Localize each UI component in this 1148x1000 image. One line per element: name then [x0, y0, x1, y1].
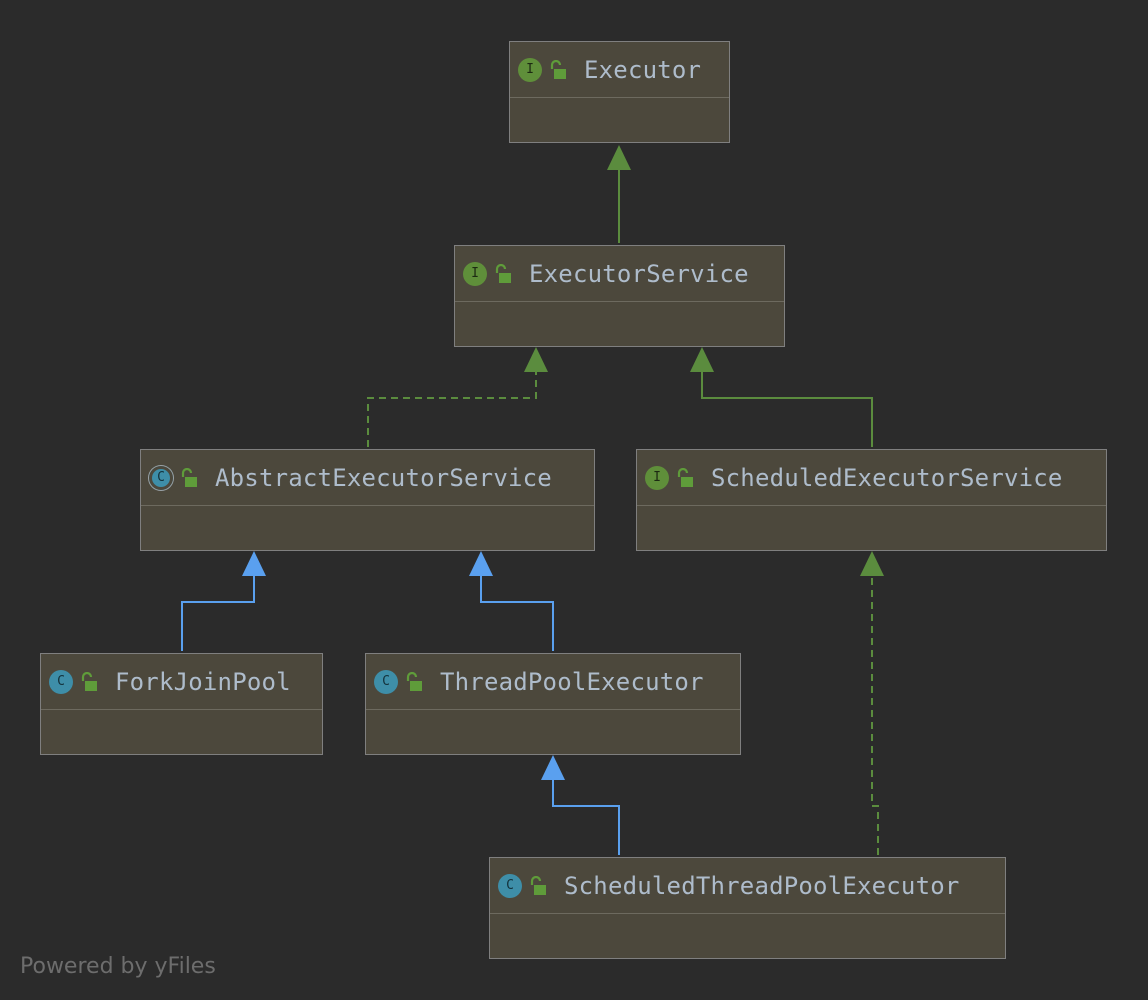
class-node-abstract-executor-service[interactable]: C AbstractExecutorService: [140, 449, 595, 551]
unlocked-icon: [530, 875, 546, 895]
unlocked-icon: [550, 59, 566, 79]
edge-thread-pool-executor-to-abstract-executor-service: [469, 551, 554, 651]
edge-scheduled-thread-pool-executor-to-thread-pool-executor: [541, 755, 620, 855]
class-node-thread-pool-executor[interactable]: C ThreadPoolExecutor: [365, 653, 741, 755]
class-icon: C: [374, 669, 398, 694]
abstract-class-icon: C: [149, 465, 173, 490]
class-node-executor[interactable]: I Executor: [509, 41, 730, 143]
arrowhead: [469, 551, 493, 576]
edge-line: [871, 576, 879, 855]
class-node-fork-join-pool[interactable]: C ForkJoinPool: [40, 653, 323, 755]
class-name: ThreadPoolExecutor: [440, 667, 704, 696]
class-icon: C: [498, 873, 522, 898]
unlocked-icon: [181, 467, 197, 487]
interface-icon: I: [645, 465, 669, 490]
edge-line: [181, 576, 255, 651]
interface-icon: I: [463, 261, 487, 286]
unlocked-icon: [495, 263, 511, 283]
arrowhead: [524, 347, 548, 372]
class-node-header: C ScheduledThreadPoolExecutor: [490, 858, 1005, 914]
class-name: ScheduledExecutorService: [711, 463, 1063, 492]
edge-abstract-executor-service-to-executor-service: [367, 347, 548, 447]
class-node-header: C AbstractExecutorService: [141, 450, 594, 506]
class-node-header: I Executor: [510, 42, 729, 98]
edge-line: [552, 780, 620, 855]
edge-scheduled-thread-pool-executor-to-scheduled-executor-service: [860, 551, 884, 855]
edge-executor-service-to-executor: [607, 145, 631, 243]
class-node-scheduled-executor-service[interactable]: I ScheduledExecutorService: [636, 449, 1107, 551]
class-node-header: I ScheduledExecutorService: [637, 450, 1106, 506]
class-node-header: I ExecutorService: [455, 246, 784, 302]
arrowhead: [860, 551, 884, 576]
class-name: ScheduledThreadPoolExecutor: [564, 871, 960, 900]
class-icon: C: [49, 669, 73, 694]
class-name: ForkJoinPool: [115, 667, 291, 696]
interface-icon: I: [518, 57, 542, 82]
powered-by-footer: Powered by yFiles: [20, 954, 216, 979]
class-node-scheduled-thread-pool-executor[interactable]: C ScheduledThreadPoolExecutor: [489, 857, 1006, 959]
arrowhead: [242, 551, 266, 576]
edge-line: [480, 576, 554, 651]
arrowhead: [607, 145, 631, 170]
arrowhead: [541, 755, 565, 780]
class-name: ExecutorService: [529, 259, 749, 288]
edge-scheduled-executor-service-to-executor-service: [690, 347, 873, 447]
edge-line: [367, 372, 537, 447]
class-node-executor-service[interactable]: I ExecutorService: [454, 245, 785, 347]
unlocked-icon: [406, 671, 422, 691]
edge-fork-join-pool-to-abstract-executor-service: [181, 551, 266, 651]
class-name: Executor: [584, 55, 702, 84]
unlocked-icon: [81, 671, 97, 691]
arrowhead: [690, 347, 714, 372]
class-node-header: C ForkJoinPool: [41, 654, 322, 710]
unlocked-icon: [677, 467, 693, 487]
class-name: AbstractExecutorService: [215, 463, 552, 492]
uml-class-diagram: I Executor I ExecutorService C AbstractExecut…: [0, 0, 1148, 1000]
class-node-header: C ThreadPoolExecutor: [366, 654, 740, 710]
edge-line: [701, 372, 873, 447]
